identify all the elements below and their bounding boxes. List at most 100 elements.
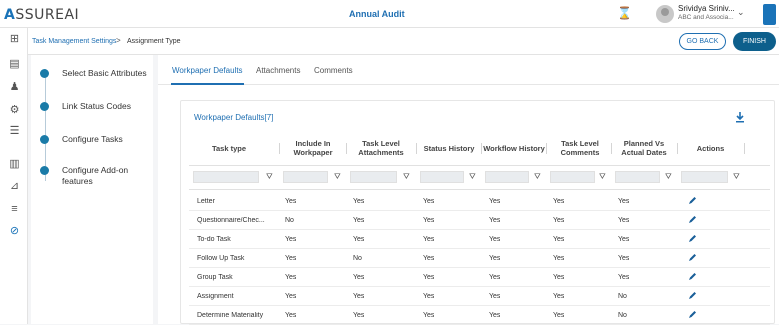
gear-icon[interactable]: ⚙: [8, 104, 21, 117]
column-header-workflow-history[interactable]: Workflow History: [483, 131, 545, 165]
column-divider: [416, 143, 417, 154]
cell-planned-vs-actual-dates: Yes: [618, 217, 630, 224]
filter-icon[interactable]: ⛛: [266, 172, 273, 182]
filter-input-task-level-comments[interactable]: [550, 171, 595, 183]
cell-task-level-comments: Yes: [553, 255, 565, 262]
grid-icon[interactable]: ⊞: [8, 33, 21, 46]
filter-icon[interactable]: ⛛: [534, 172, 541, 182]
download-icon[interactable]: [734, 111, 746, 123]
filter-input-task-type[interactable]: [193, 171, 259, 183]
column-header-planned-vs-actual-dates[interactable]: Planned Vs Actual Dates: [613, 131, 675, 165]
main-panel: Workpaper Defaults Attachments Comments …: [158, 55, 779, 325]
filter-icon[interactable]: ⛛: [403, 172, 410, 182]
filter-input-status-history[interactable]: [420, 171, 464, 183]
cell-task-level-attachments: Yes: [353, 217, 365, 224]
cell-workflow-history: Yes: [489, 236, 501, 243]
table-row[interactable]: Group Task Yes Yes Yes Yes Yes Yes: [189, 268, 770, 287]
edit-icon[interactable]: [688, 196, 697, 205]
edit-icon[interactable]: [688, 215, 697, 224]
filter-input-task-level-attachments[interactable]: [350, 171, 397, 183]
avatar[interactable]: [656, 5, 674, 23]
column-header-task-type[interactable]: Task type: [189, 131, 269, 165]
workpaper-defaults-card: Workpaper Defaults[7] Task type Include …: [180, 100, 775, 325]
cell-task-level-comments: Yes: [553, 236, 565, 243]
step-label: Select Basic Attributes: [62, 68, 147, 78]
filter-icon[interactable]: ⛛: [469, 172, 476, 182]
logo-text: SSUREAI: [15, 7, 80, 23]
cell-planned-vs-actual-dates: No: [618, 312, 627, 319]
table-row[interactable]: To-do Task Yes Yes Yes Yes Yes Yes: [189, 230, 770, 249]
step-label: Configure Add-on features: [62, 165, 129, 186]
cell-status-history: Yes: [423, 293, 435, 300]
edit-icon[interactable]: [688, 310, 697, 319]
list-icon[interactable]: ☰: [8, 125, 21, 138]
filter-icon[interactable]: ⛛: [599, 172, 606, 182]
filter-icon[interactable]: ⛛: [665, 172, 672, 182]
filter-input-actions[interactable]: [681, 171, 728, 183]
step-dot: [40, 135, 49, 144]
filter-icon[interactable]: ⛛: [334, 172, 341, 182]
column-divider: [481, 143, 482, 154]
cell-workflow-history: Yes: [489, 293, 501, 300]
tab-workpaper-defaults[interactable]: Workpaper Defaults: [172, 66, 243, 75]
flow-icon[interactable]: ⊿: [8, 180, 21, 193]
cell-include-in-workpaper: Yes: [285, 236, 297, 243]
column-divider: [546, 143, 547, 154]
table-row[interactable]: Assignment Yes Yes Yes Yes Yes No: [189, 287, 770, 306]
column-header-status-history[interactable]: Status History: [418, 131, 480, 165]
hourglass-icon[interactable]: ⌛: [617, 6, 632, 20]
column-header-task-level-comments[interactable]: Task Level Comments: [548, 131, 612, 165]
side-panel-toggle[interactable]: [763, 4, 776, 25]
finish-button[interactable]: FINISH: [733, 32, 776, 51]
edit-icon[interactable]: [688, 291, 697, 300]
checklist-icon[interactable]: ≡: [8, 203, 21, 216]
column-divider: [677, 143, 678, 154]
chevron-down-icon[interactable]: ⌄: [737, 7, 745, 18]
edit-icon[interactable]: [688, 253, 697, 262]
edit-icon[interactable]: [688, 234, 697, 243]
cell-workflow-history: Yes: [489, 312, 501, 319]
table-row[interactable]: Letter Yes Yes Yes Yes Yes Yes: [189, 192, 770, 211]
filter-input-workflow-history[interactable]: [485, 171, 529, 183]
cell-planned-vs-actual-dates: Yes: [618, 255, 630, 262]
cell-include-in-workpaper: Yes: [285, 293, 297, 300]
user-name[interactable]: Srividya Sriniv...: [678, 4, 735, 13]
breadcrumb-separator: >: [116, 36, 121, 45]
cell-task-level-attachments: Yes: [353, 293, 365, 300]
step-label: Configure Tasks: [62, 134, 123, 144]
cell-task-level-comments: Yes: [553, 198, 565, 205]
cell-include-in-workpaper: Yes: [285, 198, 297, 205]
step-dot: [40, 166, 49, 175]
tab-comments[interactable]: Comments: [314, 66, 353, 75]
column-divider: [744, 143, 745, 154]
app-logo[interactable]: ASSUREAI: [4, 7, 79, 23]
chart-icon[interactable]: ▥: [8, 158, 21, 171]
column-header-include-in-workpaper[interactable]: Include In Workpaper: [281, 131, 345, 165]
check-circle-icon[interactable]: ⊘: [8, 225, 21, 238]
table-row[interactable]: Questionnaire/Chec... No Yes Yes Yes Yes…: [189, 211, 770, 230]
filter-icon[interactable]: ⛛: [733, 172, 740, 182]
cell-task-type: Group Task: [197, 274, 233, 281]
users-icon[interactable]: ♟: [8, 81, 21, 94]
cell-task-level-comments: Yes: [553, 293, 565, 300]
top-bar: ASSUREAI Annual Audit ⌛ Srividya Sriniv.…: [0, 0, 779, 28]
step-label: Link Status Codes: [62, 101, 131, 111]
document-icon[interactable]: ▤: [8, 58, 21, 71]
cell-status-history: Yes: [423, 198, 435, 205]
step-dot: [40, 69, 49, 78]
go-back-button[interactable]: GO BACK: [679, 33, 726, 50]
table-row[interactable]: Follow Up Task Yes No Yes Yes Yes Yes: [189, 249, 770, 268]
tab-attachments[interactable]: Attachments: [256, 66, 300, 75]
table-row[interactable]: Determine Materiality Yes Yes Yes Yes Ye…: [189, 306, 770, 325]
logo-mark: A: [4, 7, 16, 23]
edit-icon[interactable]: [688, 272, 697, 281]
cell-planned-vs-actual-dates: Yes: [618, 236, 630, 243]
column-header-task-level-attachments[interactable]: Task Level Attachments: [348, 131, 414, 165]
filter-input-include-in-workpaper[interactable]: [283, 171, 328, 183]
engagement-title[interactable]: Annual Audit: [349, 9, 405, 19]
steps-panel: Select Basic Attributes Link Status Code…: [31, 55, 153, 324]
filter-divider: [189, 189, 770, 190]
breadcrumb-task-management-settings[interactable]: Task Management Settings: [32, 38, 116, 45]
header-divider: [189, 165, 770, 166]
filter-input-planned-vs-actual-dates[interactable]: [615, 171, 660, 183]
